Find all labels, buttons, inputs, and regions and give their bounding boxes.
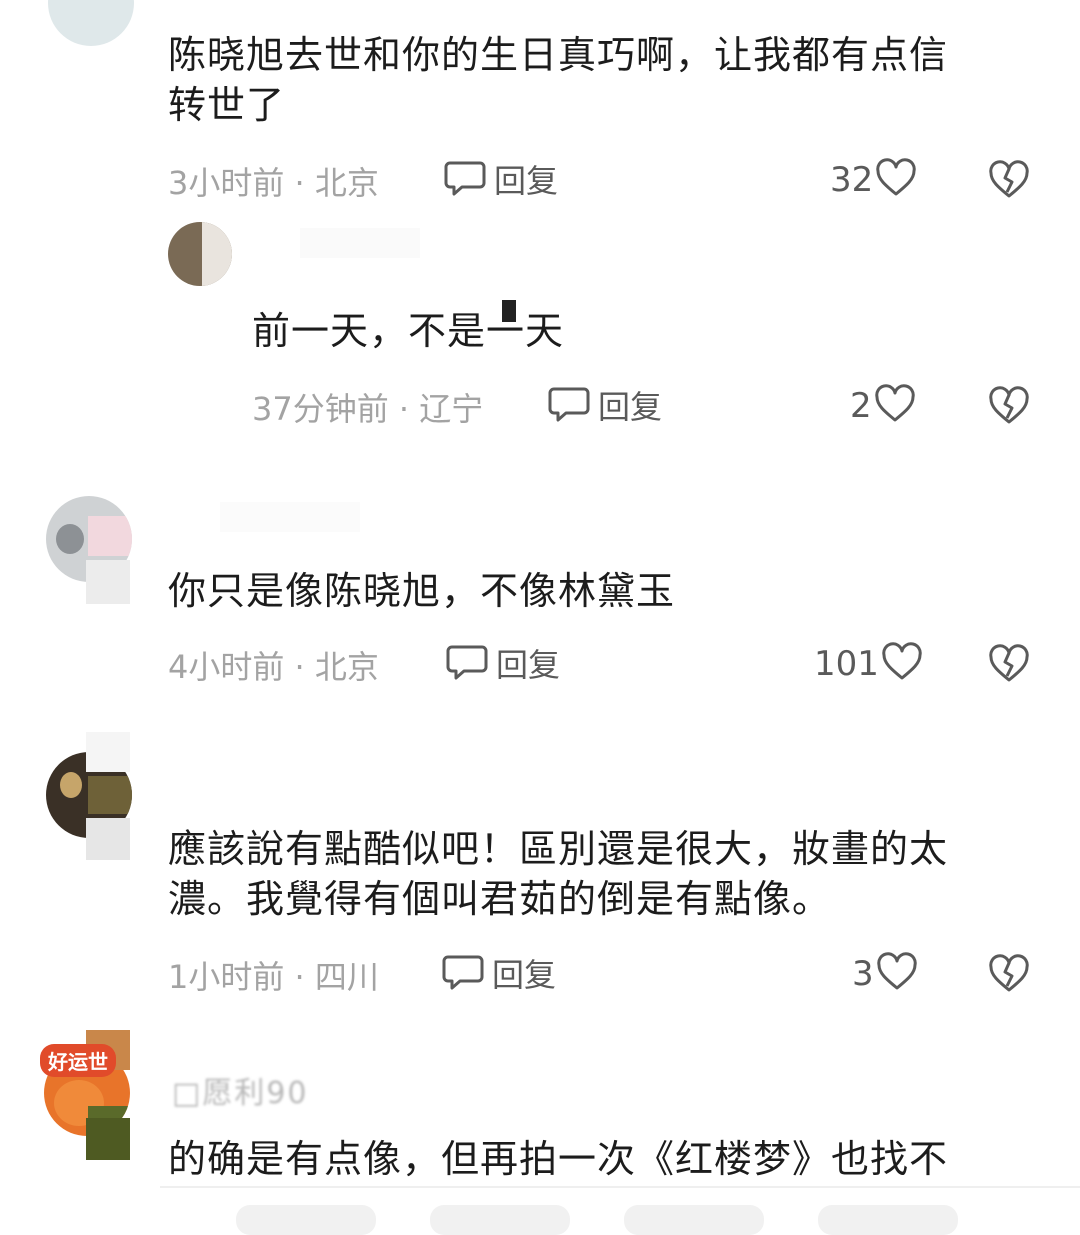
reply-button[interactable]: 回复 — [446, 640, 560, 686]
comment-meta: 3小时前 · 北京 — [168, 164, 379, 202]
username[interactable]: □愿利90 — [172, 1068, 309, 1112]
redaction — [502, 300, 516, 322]
bottom-action-pill[interactable] — [818, 1205, 958, 1235]
heart-icon — [875, 158, 917, 202]
reply-icon — [548, 383, 590, 427]
bottom-divider — [160, 1186, 1080, 1188]
broken-heart-icon — [988, 386, 1030, 430]
dislike-button[interactable] — [988, 644, 1030, 688]
avatar[interactable] — [168, 222, 232, 286]
comment-meta: 4小时前 · 北京 — [168, 648, 379, 686]
avatar[interactable] — [48, 0, 134, 46]
avatar-badge: 好运世 — [40, 1044, 116, 1077]
username-redacted — [220, 502, 360, 532]
reply-button[interactable]: 回复 — [444, 156, 558, 202]
username-redacted — [300, 228, 420, 258]
like-button[interactable]: 32 — [830, 158, 917, 202]
reply-icon — [446, 641, 488, 685]
broken-heart-icon — [988, 644, 1030, 688]
dislike-button[interactable] — [988, 160, 1030, 204]
reply-button[interactable]: 回复 — [442, 950, 556, 996]
broken-heart-icon — [988, 954, 1030, 998]
heart-icon — [881, 642, 923, 686]
bottom-action-pill[interactable] — [236, 1205, 376, 1235]
heart-icon — [874, 384, 916, 428]
bottom-action-pill[interactable] — [430, 1205, 570, 1235]
like-count: 32 — [830, 160, 874, 200]
like-button[interactable]: 3 — [852, 952, 918, 996]
comment-text: 應該說有點酷似吧！區別還是很大，妝畫的太 濃。我覺得有個叫君茹的倒是有點像。 — [168, 827, 949, 921]
reply-icon — [444, 157, 486, 201]
comment-text: 的确是有点像，但再拍一次《红楼梦》也找不 — [168, 1137, 949, 1181]
like-button[interactable]: 2 — [850, 384, 916, 428]
like-count: 3 — [852, 954, 874, 994]
heart-icon — [876, 952, 918, 996]
dislike-button[interactable] — [988, 386, 1030, 430]
reply-label: 回复 — [494, 162, 559, 200]
bottom-action-pill[interactable] — [624, 1205, 764, 1235]
like-count: 101 — [814, 644, 879, 684]
reply-label: 回复 — [496, 646, 561, 684]
like-button[interactable]: 101 — [814, 642, 923, 686]
reply-meta: 37分钟前 · 辽宁 — [252, 390, 484, 428]
comment-text: 陈晓旭去世和你的生日真巧啊，让我都有点信 转世了 — [168, 33, 949, 127]
reply-label: 回复 — [598, 388, 663, 426]
dislike-button[interactable] — [988, 954, 1030, 998]
reply-label: 回复 — [492, 956, 557, 994]
like-count: 2 — [850, 386, 872, 426]
comment-meta: 1小时前 · 四川 — [168, 958, 379, 996]
broken-heart-icon — [988, 160, 1030, 204]
reply-button[interactable]: 回复 — [548, 382, 662, 428]
comment-text: 你只是像陈晓旭，不像林黛玉 — [168, 569, 676, 613]
reply-icon — [442, 951, 484, 995]
reply-text: 前一天，不是一天 — [252, 309, 565, 353]
